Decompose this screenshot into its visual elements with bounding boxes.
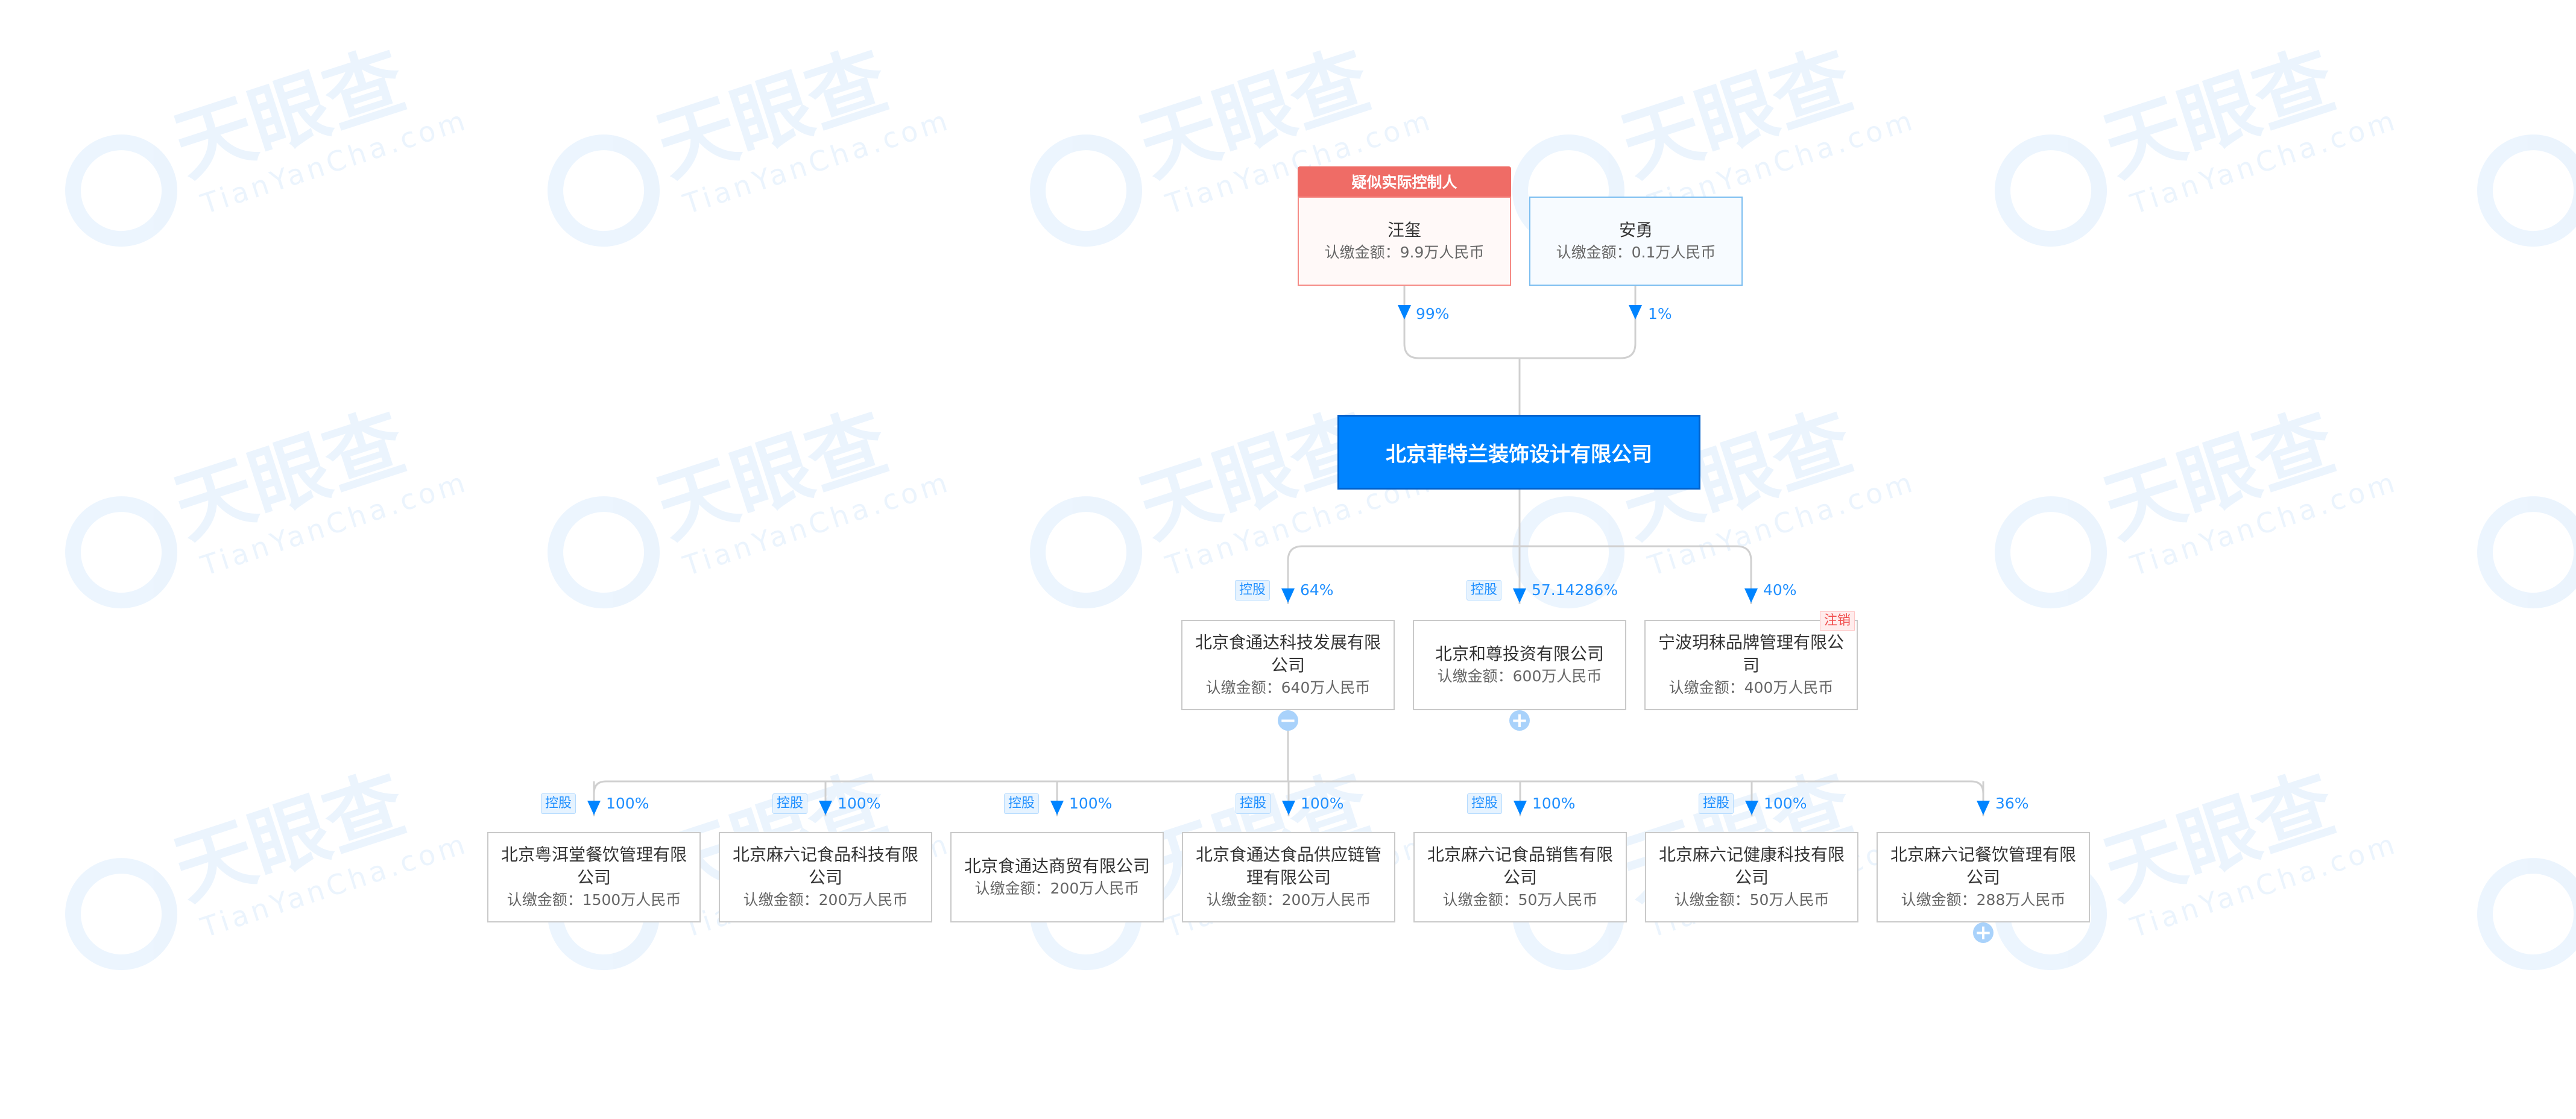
share-percent: 100%	[1069, 795, 1113, 812]
share-percent: 99%	[1416, 305, 1450, 323]
company-amount: 认缴金额：50万人民币	[1442, 891, 1598, 909]
company-name: 北京食通达商贸有限公司	[964, 856, 1150, 876]
holding-tag: 控股	[1699, 793, 1734, 814]
shareholder-amount: 认缴金额：0.1万人民币	[1556, 244, 1716, 261]
company-name: 北京食通达食品供应链管理有限公司	[1195, 845, 1381, 887]
sub-investment-card[interactable]: 北京麻六记食品销售有限公司认缴金额：50万人民币	[1413, 832, 1627, 922]
shareholder-card[interactable]: 安勇 认缴金额：0.1万人民币	[1529, 197, 1743, 286]
company-name: 北京麻六记餐饮管理有限公司	[1890, 845, 2076, 887]
holding-tag: 控股	[541, 793, 576, 814]
company-name: 北京食通达科技发展有限公司	[1195, 632, 1381, 675]
sub-investment-card[interactable]: 北京食通达食品供应链管理有限公司认缴金额：200万人民币	[1182, 832, 1395, 922]
sub-investment-card[interactable]: 北京麻六记健康科技有限公司认缴金额：50万人民币	[1645, 832, 1858, 922]
sub-investment-card[interactable]: 北京麻六记食品科技有限公司认缴金额：200万人民币	[719, 832, 932, 922]
main-company[interactable]: 北京菲特兰装饰设计有限公司	[1337, 415, 1700, 490]
share-percent: 100%	[606, 795, 649, 812]
company-amount: 认缴金额：200万人民币	[974, 880, 1140, 897]
company-name: 北京粤洱堂餐饮管理有限公司	[500, 845, 687, 887]
company-amount: 认缴金额：640万人民币	[1205, 679, 1371, 696]
arrow-down-icon	[1281, 588, 1295, 603]
company-name: 北京麻六记食品销售有限公司	[1427, 845, 1613, 887]
company-amount: 认缴金额：600万人民币	[1437, 667, 1602, 685]
holding-tag: 控股	[1236, 793, 1271, 814]
status-badge: 注销	[1820, 611, 1855, 631]
share-percent: 36%	[1995, 795, 2029, 812]
share-percent: 40%	[1763, 581, 1797, 599]
shareholder-amount: 认缴金额：9.9万人民币	[1324, 244, 1485, 261]
holding-tag: 控股	[772, 793, 808, 814]
share-percent: 100%	[1532, 795, 1576, 812]
investment-card[interactable]: 北京和尊投资有限公司 认缴金额：600万人民币	[1413, 620, 1626, 710]
shareholder-card[interactable]: 汪玺 认缴金额：9.9万人民币	[1298, 197, 1511, 286]
holding-tag: 控股	[1466, 580, 1502, 600]
company-amount: 认缴金额：400万人民币	[1668, 679, 1834, 696]
arrow-down-icon	[1629, 305, 1642, 320]
arrow-down-icon	[1977, 801, 1990, 815]
share-percent: 1%	[1648, 305, 1672, 323]
investment-card[interactable]: 宁波玥秣品牌管理有限公司 认缴金额：400万人民币	[1644, 620, 1858, 710]
company-amount: 认缴金额：1500万人民币	[507, 891, 681, 909]
investment-card[interactable]: 北京食通达科技发展有限公司 认缴金额：640万人民币	[1181, 620, 1395, 710]
shareholder-name: 安勇	[1618, 220, 1653, 240]
arrow-down-icon	[1398, 305, 1411, 320]
arrow-down-icon	[1282, 801, 1295, 815]
sub-investment-card[interactable]: 北京食通达商贸有限公司 认缴金额：200万人民币	[950, 832, 1164, 922]
share-percent: 100%	[1301, 795, 1344, 812]
arrow-down-icon	[1744, 588, 1758, 603]
company-name: 北京麻六记健康科技有限公司	[1658, 845, 1845, 887]
holding-tag: 控股	[1467, 793, 1503, 814]
holding-tag: 控股	[1235, 580, 1271, 600]
collapse-icon[interactable]: −	[1278, 710, 1298, 731]
arrow-down-icon	[819, 801, 832, 815]
shareholder-name: 汪玺	[1387, 220, 1421, 240]
arrow-down-icon	[587, 801, 601, 815]
arrow-down-icon	[1050, 801, 1064, 815]
sub-investment-card[interactable]: 北京麻六记餐饮管理有限公司认缴金额：288万人民币	[1877, 832, 2090, 922]
company-name: 北京麻六记食品科技有限公司	[732, 845, 918, 887]
company-amount: 认缴金额：200万人民币	[743, 891, 908, 909]
share-percent: 100%	[838, 795, 881, 812]
holding-tag: 控股	[1004, 793, 1040, 814]
company-amount: 认缴金额：50万人民币	[1674, 891, 1829, 909]
expand-icon[interactable]: +	[1973, 922, 1994, 943]
company-amount: 认缴金额：288万人民币	[1901, 891, 2066, 909]
sub-investment-card[interactable]: 北京粤洱堂餐饮管理有限公司认缴金额：1500万人民币	[487, 832, 701, 922]
company-name: 宁波玥秣品牌管理有限公司	[1658, 632, 1844, 675]
arrow-down-icon	[1513, 588, 1526, 603]
controller-label: 疑似实际控制人	[1298, 166, 1511, 203]
connector-lines	[587, 286, 1990, 816]
company-amount: 认缴金额：200万人民币	[1206, 891, 1371, 909]
arrow-down-icon	[1514, 801, 1527, 815]
arrow-down-icon	[1745, 801, 1758, 815]
share-percent: 57.14286%	[1532, 581, 1618, 599]
expand-icon[interactable]: +	[1509, 710, 1530, 731]
share-percent: 64%	[1300, 581, 1334, 599]
company-name: 北京和尊投资有限公司	[1435, 644, 1604, 664]
share-percent: 100%	[1764, 795, 1807, 812]
